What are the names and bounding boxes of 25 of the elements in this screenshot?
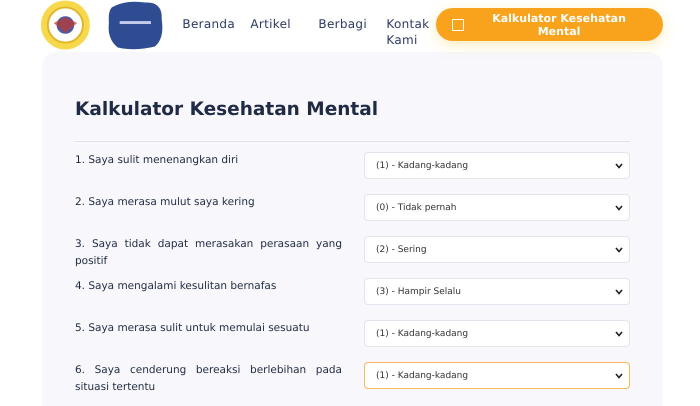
nav-link[interactable]: Artikel (250, 16, 318, 48)
form-title: Kalkulator Kesehatan Mental (75, 98, 380, 122)
question-label: 3. Saya tidak dapat merasakan perasaan yang positif (75, 237, 342, 269)
chevron-down-icon (615, 288, 623, 294)
question-label: 4. Saya mengalami kesulitan bernafas (75, 279, 278, 294)
nav-link[interactable]: Kontak Kami (386, 16, 436, 48)
square-icon (452, 18, 464, 30)
question-label: 5. Saya merasa sulit untuk memulai sesuatu (75, 321, 310, 336)
chevron-down-icon (615, 330, 623, 336)
answer-dropdown[interactable]: (3) - Hampir Selalu (364, 278, 630, 305)
chevron-down-icon (615, 204, 623, 210)
nav-link[interactable]: Berbagi (318, 16, 386, 48)
answer-dropdown[interactable]: (1) - Kadang-kadang (364, 152, 630, 179)
question-label: 1. Saya sulit menenangkan diri (75, 153, 240, 168)
answer-dropdown[interactable]: (0) - Tidak pernah (364, 194, 630, 221)
chevron-down-icon (615, 372, 623, 378)
answer-dropdown[interactable]: (1) - Kadang-kadang (364, 362, 630, 389)
answer-dropdown[interactable]: (1) - Kadang-kadang (364, 320, 630, 347)
chevron-down-icon (615, 246, 623, 252)
chevron-down-icon (615, 162, 623, 168)
answer-dropdown[interactable]: (2) - Sering (364, 236, 630, 263)
question-label: 6. Saya cenderung bereaksi berlebihan pada situasi tertentu (75, 363, 342, 395)
question-label: 2. Saya merasa mulut saya kering (75, 195, 256, 210)
nav-link[interactable]: Beranda (182, 16, 250, 48)
ink-blob-logo (106, 0, 164, 51)
